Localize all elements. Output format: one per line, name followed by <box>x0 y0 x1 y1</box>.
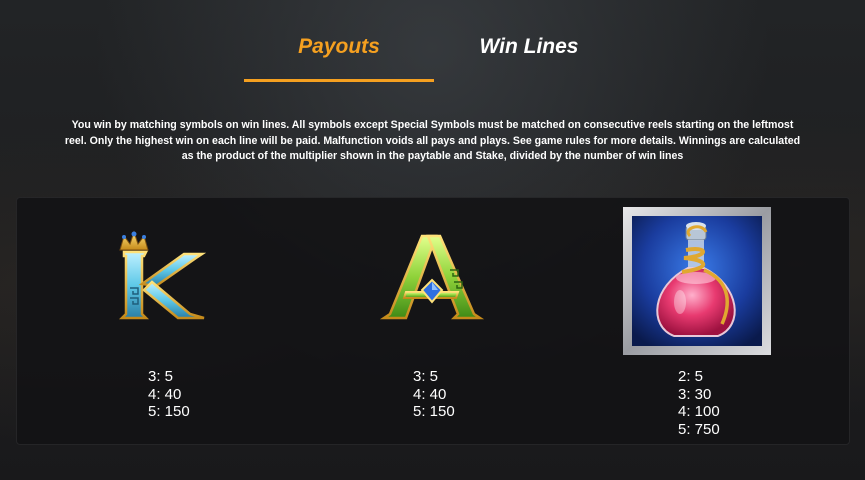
payout-list-a: 3: 5 4: 40 5: 150 <box>413 368 455 421</box>
payout-entry: 4: 100 <box>678 403 720 420</box>
letter-k-crown-icon <box>108 230 212 326</box>
rules-text: You win by matching symbols on win lines… <box>64 119 801 162</box>
payout-entry: 5: 150 <box>413 403 455 420</box>
payout-list-k: 3: 5 4: 40 5: 150 <box>148 368 190 421</box>
active-tab-underline <box>244 79 434 82</box>
payout-entry: 4: 40 <box>148 385 182 403</box>
payout-entry: 5: 150 <box>148 403 190 420</box>
payout-entry: 3: 5 <box>148 368 174 385</box>
payout-entry: 3: 30 <box>678 385 712 403</box>
payout-entry: 2: 5 <box>678 368 704 385</box>
tab-payouts[interactable]: Payouts <box>244 30 434 64</box>
payout-entry: 3: 5 <box>413 368 439 385</box>
potion-bottle-icon <box>622 206 772 356</box>
paytable-tabs: Payouts Win Lines <box>0 30 865 84</box>
payout-entry: 4: 40 <box>413 385 447 403</box>
payout-list-potion: 2: 5 3: 30 4: 100 5: 750 <box>678 368 720 438</box>
letter-a-gem-icon <box>376 230 488 326</box>
tab-win-lines[interactable]: Win Lines <box>434 30 624 64</box>
payout-entry: 5: 750 <box>678 420 720 438</box>
